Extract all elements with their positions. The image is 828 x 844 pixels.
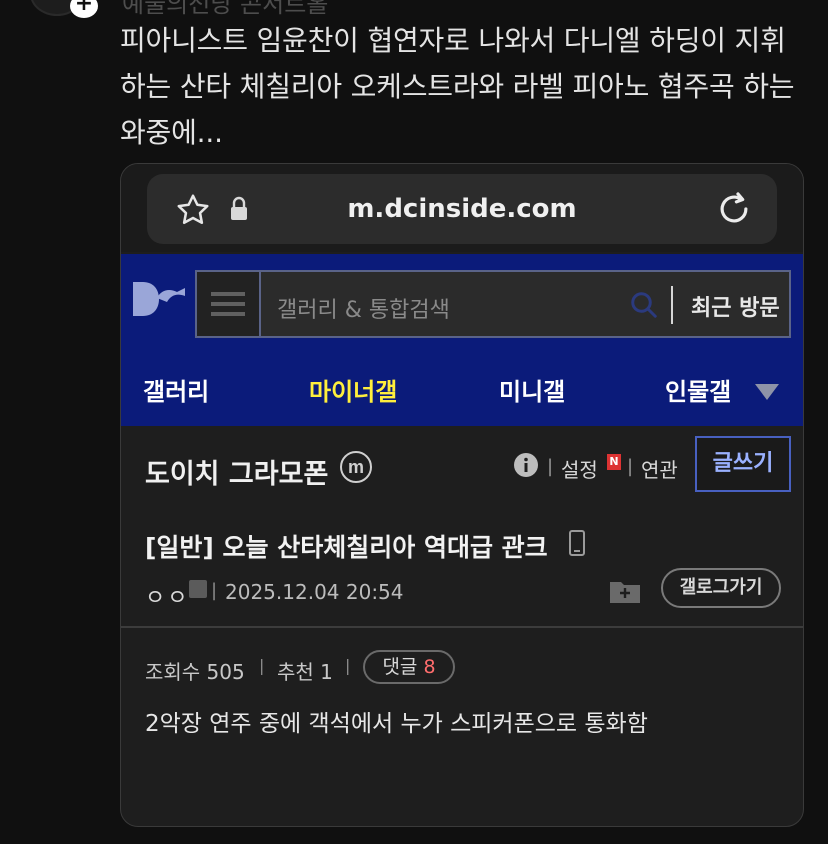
write-button[interactable]: 글쓰기 — [695, 436, 791, 492]
comment-button[interactable]: 댓글 8 — [363, 650, 455, 684]
divider — [121, 626, 803, 628]
dc-logo-icon[interactable] — [129, 274, 193, 324]
chevron-down-icon[interactable] — [755, 384, 779, 400]
post-stats: 조회수 505 | 추천 1 | 댓글 8 — [145, 650, 785, 690]
search-icon[interactable] — [629, 290, 659, 320]
post-text: 피아니스트 임윤찬이 협연자로 나와서 다니엘 하딩이 지휘하는 산타 체칠리아… — [120, 24, 795, 149]
url-bar[interactable]: m.dcinside.com — [147, 174, 777, 244]
setting-link[interactable]: 설정 — [561, 454, 598, 483]
post-body: 2악장 연주 중에 객석에서 누가 스피커폰으로 통화함 — [145, 711, 648, 737]
post-header: [일반] 오늘 산타체칠리아 역대급 관크 ㅇㅇ | 2025.12.04 20… — [121, 510, 803, 628]
fixed-nick-icon — [189, 580, 207, 598]
view-count: 조회수 505 — [145, 660, 245, 684]
comment-label: 댓글 — [382, 656, 418, 678]
gallery-bar: 도이치 그라모폰 m | 설정 N | 연관 글쓰기 — [121, 426, 803, 510]
author-name[interactable]: 예술의전당 콘서트홀 — [122, 0, 328, 19]
nav-item-gallery[interactable]: 갤러리 — [143, 372, 209, 407]
gallog-button[interactable]: 갤로그가기 — [661, 568, 781, 608]
reload-icon[interactable] — [715, 190, 753, 228]
svg-text:m: m — [348, 457, 364, 477]
separator: | — [627, 456, 634, 477]
add-folder-icon[interactable] — [609, 578, 641, 604]
gallery-nav: 갤러리 마이너갤 미니갤 인물갤 — [121, 364, 803, 416]
nav-item-mini-gallery[interactable]: 미니갤 — [499, 372, 565, 407]
separator: | — [547, 456, 554, 477]
comment-count: 8 — [423, 656, 436, 678]
url-text: m.dcinside.com — [347, 194, 577, 224]
separator: | — [345, 656, 351, 675]
follow-plus-icon[interactable]: + — [70, 0, 98, 18]
mobile-icon — [569, 530, 585, 556]
menu-button[interactable] — [197, 272, 261, 336]
embedded-screenshot[interactable]: m.dcinside.com 갤러리 & 통합검색 최근 방문 갤러리 마이너갤… — [120, 163, 804, 827]
search-input[interactable]: 갤러리 & 통합검색 — [277, 292, 450, 324]
nav-item-minor-gallery[interactable]: 마이너갤 — [309, 372, 397, 407]
related-link[interactable]: 연관 — [641, 454, 678, 483]
separator: | — [211, 580, 218, 601]
new-badge: N — [607, 454, 621, 470]
site-header: 갤러리 & 통합검색 최근 방문 갤러리 마이너갤 미니갤 인물갤 — [121, 254, 803, 426]
post-title: [일반] 오늘 산타체칠리아 역대급 관크 — [145, 533, 548, 562]
minor-gallery-badge-icon: m — [340, 451, 372, 483]
browser-bar: m.dcinside.com — [121, 164, 803, 252]
nav-item-person-gallery[interactable]: 인물갤 — [665, 372, 731, 407]
search-box[interactable]: 갤러리 & 통합검색 최근 방문 — [195, 270, 791, 338]
info-icon[interactable] — [513, 452, 539, 478]
separator: | — [259, 656, 265, 675]
recommend-count: 추천 1 — [277, 660, 333, 684]
author-name[interactable]: ㅇㅇ — [145, 580, 189, 612]
recent-visit-button[interactable]: 최근 방문 — [691, 290, 780, 322]
post-date: 2025.12.04 20:54 — [225, 580, 404, 604]
search-divider — [671, 286, 673, 324]
gallery-title[interactable]: 도이치 그라모폰 — [145, 452, 328, 491]
